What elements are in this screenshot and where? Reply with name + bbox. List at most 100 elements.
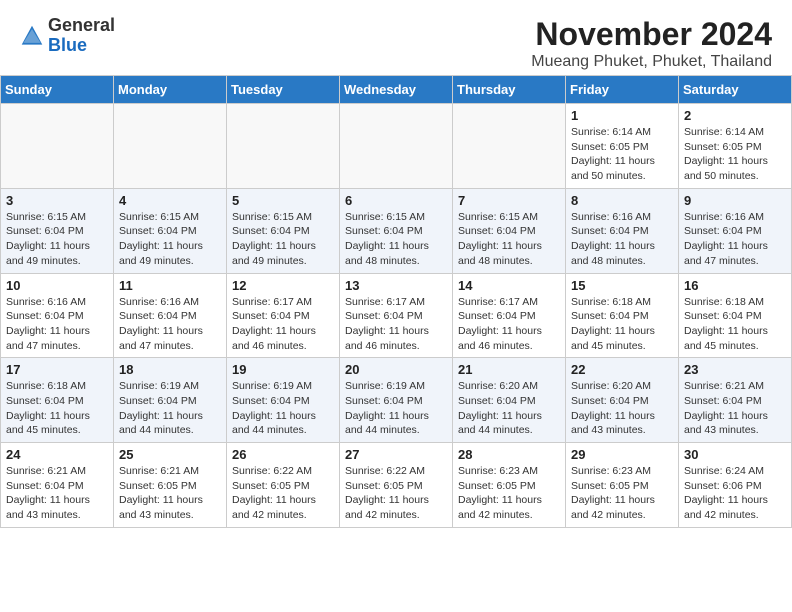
calendar-day-cell: 23 Sunrise: 6:21 AM Sunset: 6:04 PM Dayli… — [679, 358, 792, 443]
day-info: Sunrise: 6:16 AM Sunset: 6:04 PM Dayligh… — [684, 210, 786, 269]
day-info: Sunrise: 6:17 AM Sunset: 6:04 PM Dayligh… — [232, 295, 334, 354]
calendar-day-cell: 19Sunrise: 6:19 AM Sunset: 6:04 PM Dayli… — [227, 358, 340, 443]
calendar-day-cell: 7Sunrise: 6:15 AM Sunset: 6:04 PM Daylig… — [453, 188, 566, 273]
title-block: November 2024 Mueang Phuket, Phuket, Tha… — [531, 16, 772, 71]
day-number: 17 — [6, 362, 108, 377]
column-header-saturday: Saturday — [679, 76, 792, 104]
day-info: Sunrise: 6:15 AM Sunset: 6:04 PM Dayligh… — [345, 210, 447, 269]
day-number: 29 — [571, 447, 673, 462]
day-number: 13 — [345, 278, 447, 293]
day-info: Sunrise: 6:20 AM Sunset: 6:04 PM Dayligh… — [571, 379, 673, 438]
calendar-day-cell: 12Sunrise: 6:17 AM Sunset: 6:04 PM Dayli… — [227, 273, 340, 358]
calendar-week-row: 10 Sunrise: 6:16 AM Sunset: 6:04 PM Dayli… — [1, 273, 792, 358]
day-number: 9 — [684, 193, 786, 208]
calendar-day-cell: 15 Sunrise: 6:18 AM Sunset: 6:04 PM Dayli… — [566, 273, 679, 358]
calendar-week-row: 24Sunrise: 6:21 AM Sunset: 6:04 PM Dayli… — [1, 443, 792, 528]
day-number: 27 — [345, 447, 447, 462]
day-number: 21 — [458, 362, 560, 377]
day-info: Sunrise: 6:19 AM Sunset: 6:04 PM Dayligh… — [345, 379, 447, 438]
calendar-day-cell: 13 Sunrise: 6:17 AM Sunset: 6:04 PM Dayli… — [340, 273, 453, 358]
calendar-day-cell: 4 Sunrise: 6:15 AM Sunset: 6:04 PM Daylig… — [114, 188, 227, 273]
calendar-day-cell: 29 Sunrise: 6:23 AM Sunset: 6:05 PM Dayli… — [566, 443, 679, 528]
calendar-day-cell: 26 Sunrise: 6:22 AM Sunset: 6:05 PM Dayli… — [227, 443, 340, 528]
calendar-day-cell: 24Sunrise: 6:21 AM Sunset: 6:04 PM Dayli… — [1, 443, 114, 528]
day-number: 6 — [345, 193, 447, 208]
calendar-day-cell: 9 Sunrise: 6:16 AM Sunset: 6:04 PM Daylig… — [679, 188, 792, 273]
calendar-day-cell — [227, 104, 340, 189]
calendar-day-cell: 10Sunrise: 6:16 AM Sunset: 6:04 PM Dayli… — [1, 273, 114, 358]
day-info: Sunrise: 6:14 AM Sunset: 6:05 PM Dayligh… — [571, 125, 673, 184]
calendar-day-cell: 14 Sunrise: 6:17 AM Sunset: 6:04 PM Dayli… — [453, 273, 566, 358]
day-info: Sunrise: 6:15 AM Sunset: 6:04 PM Dayligh… — [119, 210, 221, 269]
day-info: Sunrise: 6:16 AM Sunset: 6:04 PM Dayligh… — [119, 295, 221, 354]
calendar-table: SundayMondayTuesdayWednesdayThursdayFrid… — [0, 75, 792, 528]
column-header-sunday: Sunday — [1, 76, 114, 104]
day-info: Sunrise: 6:23 AM Sunset: 6:05 PM Dayligh… — [458, 464, 560, 523]
day-number: 2 — [684, 108, 786, 123]
day-info: Sunrise: 6:17 AM Sunset: 6:04 PM Dayligh… — [458, 295, 560, 354]
day-number: 20 — [345, 362, 447, 377]
calendar-day-cell — [114, 104, 227, 189]
day-info: Sunrise: 6:22 AM Sunset: 6:05 PM Dayligh… — [232, 464, 334, 523]
column-header-friday: Friday — [566, 76, 679, 104]
day-info: Sunrise: 6:19 AM Sunset: 6:04 PM Dayligh… — [119, 379, 221, 438]
day-number: 1 — [571, 108, 673, 123]
day-number: 30 — [684, 447, 786, 462]
day-info: Sunrise: 6:18 AM Sunset: 6:04 PM Dayligh… — [684, 295, 786, 354]
logo-blue-text: Blue — [48, 35, 87, 55]
calendar-day-cell — [1, 104, 114, 189]
logo-icon — [20, 24, 44, 48]
day-number: 8 — [571, 193, 673, 208]
day-info: Sunrise: 6:14 AM Sunset: 6:05 PM Dayligh… — [684, 125, 786, 184]
day-info: Sunrise: 6:18 AM Sunset: 6:04 PM Dayligh… — [571, 295, 673, 354]
calendar-day-cell: 1 Sunrise: 6:14 AM Sunset: 6:05 PM Daylig… — [566, 104, 679, 189]
calendar-day-cell: 20 Sunrise: 6:19 AM Sunset: 6:04 PM Dayli… — [340, 358, 453, 443]
calendar-body: 1 Sunrise: 6:14 AM Sunset: 6:05 PM Daylig… — [1, 104, 792, 528]
day-info: Sunrise: 6:15 AM Sunset: 6:04 PM Dayligh… — [232, 210, 334, 269]
calendar-header-row: SundayMondayTuesdayWednesdayThursdayFrid… — [1, 76, 792, 104]
day-info: Sunrise: 6:17 AM Sunset: 6:04 PM Dayligh… — [345, 295, 447, 354]
calendar-day-cell: 8 Sunrise: 6:16 AM Sunset: 6:04 PM Daylig… — [566, 188, 679, 273]
day-number: 3 — [6, 193, 108, 208]
logo: General Blue — [20, 16, 115, 56]
day-number: 26 — [232, 447, 334, 462]
day-number: 18 — [119, 362, 221, 377]
calendar-day-cell: 5 Sunrise: 6:15 AM Sunset: 6:04 PM Daylig… — [227, 188, 340, 273]
calendar-day-cell: 16 Sunrise: 6:18 AM Sunset: 6:04 PM Dayli… — [679, 273, 792, 358]
calendar-week-row: 17Sunrise: 6:18 AM Sunset: 6:04 PM Dayli… — [1, 358, 792, 443]
day-number: 5 — [232, 193, 334, 208]
day-info: Sunrise: 6:15 AM Sunset: 6:04 PM Dayligh… — [6, 210, 108, 269]
calendar-week-row: 1 Sunrise: 6:14 AM Sunset: 6:05 PM Daylig… — [1, 104, 792, 189]
day-info: Sunrise: 6:21 AM Sunset: 6:04 PM Dayligh… — [684, 379, 786, 438]
calendar-day-cell — [453, 104, 566, 189]
day-number: 22 — [571, 362, 673, 377]
day-number: 15 — [571, 278, 673, 293]
calendar-day-cell: 11 Sunrise: 6:16 AM Sunset: 6:04 PM Dayli… — [114, 273, 227, 358]
calendar-day-cell: 3 Sunrise: 6:15 AM Sunset: 6:04 PM Daylig… — [1, 188, 114, 273]
day-info: Sunrise: 6:22 AM Sunset: 6:05 PM Dayligh… — [345, 464, 447, 523]
day-number: 14 — [458, 278, 560, 293]
day-number: 10 — [6, 278, 108, 293]
day-info: Sunrise: 6:19 AM Sunset: 6:04 PM Dayligh… — [232, 379, 334, 438]
calendar-day-cell: 25 Sunrise: 6:21 AM Sunset: 6:05 PM Dayli… — [114, 443, 227, 528]
day-number: 23 — [684, 362, 786, 377]
logo-general-text: General — [48, 15, 115, 35]
column-header-thursday: Thursday — [453, 76, 566, 104]
day-number: 4 — [119, 193, 221, 208]
calendar-day-cell: 2 Sunrise: 6:14 AM Sunset: 6:05 PM Daylig… — [679, 104, 792, 189]
day-number: 16 — [684, 278, 786, 293]
day-info: Sunrise: 6:16 AM Sunset: 6:04 PM Dayligh… — [571, 210, 673, 269]
day-number: 11 — [119, 278, 221, 293]
location-title: Mueang Phuket, Phuket, Thailand — [531, 53, 772, 71]
calendar-day-cell: 6 Sunrise: 6:15 AM Sunset: 6:04 PM Daylig… — [340, 188, 453, 273]
day-info: Sunrise: 6:23 AM Sunset: 6:05 PM Dayligh… — [571, 464, 673, 523]
column-header-wednesday: Wednesday — [340, 76, 453, 104]
day-number: 25 — [119, 447, 221, 462]
day-number: 28 — [458, 447, 560, 462]
day-info: Sunrise: 6:20 AM Sunset: 6:04 PM Dayligh… — [458, 379, 560, 438]
month-title: November 2024 — [531, 16, 772, 53]
calendar-day-cell: 28 Sunrise: 6:23 AM Sunset: 6:05 PM Dayli… — [453, 443, 566, 528]
day-info: Sunrise: 6:21 AM Sunset: 6:05 PM Dayligh… — [119, 464, 221, 523]
calendar-week-row: 3 Sunrise: 6:15 AM Sunset: 6:04 PM Daylig… — [1, 188, 792, 273]
calendar-day-cell: 17Sunrise: 6:18 AM Sunset: 6:04 PM Dayli… — [1, 358, 114, 443]
